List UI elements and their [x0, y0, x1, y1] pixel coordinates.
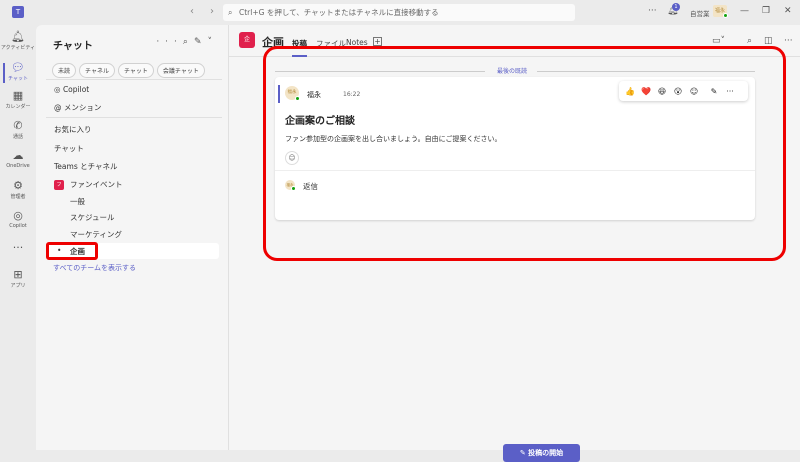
teams-logo: T: [12, 6, 24, 18]
filter-chips: 未読 チャネル チャット 会議チャット: [52, 63, 205, 78]
admin-icon: ⚙: [13, 179, 23, 192]
team-fan-event[interactable]: フファンイベント: [54, 179, 123, 190]
sidebar-title: チャット: [53, 41, 93, 52]
channel-schedule[interactable]: スケジュール: [70, 212, 114, 223]
back-icon[interactable]: ‹: [190, 6, 194, 17]
rail-admin[interactable]: ⚙ 管理者: [0, 179, 36, 200]
filter-chats[interactable]: チャット: [117, 63, 154, 78]
bell-icon: 🔔︎: [11, 30, 25, 43]
channel-icon: 企: [239, 32, 255, 48]
video-call-icon[interactable]: ▭˅: [712, 36, 725, 46]
search-icon: ⌕: [228, 8, 233, 17]
restore-button[interactable]: ❐: [762, 6, 770, 16]
search-icon[interactable]: ⌕: [747, 36, 752, 46]
section-favorites[interactable]: お気に入り: [54, 124, 92, 135]
filter-channels[interactable]: チャネル: [79, 63, 115, 78]
search-placeholder: Ctrl+G を押して、チャットまたはチャネルに直接移動する: [239, 8, 439, 17]
like-reaction-icon[interactable]: 👍: [623, 87, 637, 96]
new-post-button[interactable]: ✎ 投稿の開始: [503, 444, 580, 462]
at-icon: @: [54, 103, 64, 112]
profile-avatar[interactable]: 福永: [713, 5, 728, 18]
org-name: 自営業: [690, 10, 710, 18]
section-teams[interactable]: Teams とチャネル: [54, 161, 118, 172]
more-options-icon[interactable]: ···: [723, 87, 737, 96]
highlight-box: [46, 242, 98, 260]
label: Copilot: [62, 85, 90, 94]
app-rail: 🔔︎ アクティビティ 💬︎ チャット ▦ カレンダー ✆ 通話 ☁ OneDrive ⚙ 管…: [0, 25, 36, 450]
calendar-icon: ▦: [12, 89, 24, 102]
compose-icon[interactable]: ✎˅: [194, 37, 218, 47]
add-app-icon: ⊞: [13, 268, 23, 281]
chat-icon: 💬︎: [11, 61, 25, 74]
copilot-icon: ◎: [54, 85, 63, 94]
rail-label: チャット: [8, 76, 28, 82]
section-chats[interactable]: チャット: [54, 143, 84, 154]
rail-calls[interactable]: ✆ 通話: [0, 119, 36, 140]
more-reactions-icon[interactable]: ☺: [687, 87, 701, 96]
filter-meeting-chats[interactable]: 会議チャット: [156, 63, 205, 78]
rail-label: Copilot: [9, 223, 27, 229]
show-all-teams-link[interactable]: すべてのチームを表示する: [53, 263, 136, 273]
compose-icon: ✎: [519, 449, 529, 457]
rail-chat[interactable]: 💬︎ チャット: [0, 61, 36, 83]
more-icon[interactable]: ···: [784, 36, 793, 46]
copilot-icon: ◎: [13, 209, 23, 222]
highlight-box: [263, 46, 786, 261]
edit-icon[interactable]: ✎: [707, 87, 721, 96]
rail-copilot[interactable]: ◎ Copilot: [0, 209, 36, 229]
chat-sidebar: チャット ···⌕✎˅ 未読 チャネル チャット 会議チャット ◎ Copilo…: [36, 25, 228, 450]
rail-label: 管理者: [10, 194, 26, 200]
rail-calendar[interactable]: ▦ カレンダー: [0, 89, 36, 110]
sidebar-actions: ···⌕✎˅: [156, 37, 218, 47]
side-panel-icon[interactable]: ◫: [764, 36, 773, 46]
divider: [46, 79, 222, 80]
search-input[interactable]: ⌕ Ctrl+G を押して、チャットまたはチャネルに直接移動する: [223, 4, 575, 21]
phone-icon: ✆: [13, 119, 23, 132]
more-icon[interactable]: ···: [156, 37, 183, 47]
label: メンション: [63, 103, 102, 112]
filter-unread[interactable]: 未読: [52, 63, 77, 78]
close-button[interactable]: ✕: [784, 6, 792, 16]
title-bar: T ‹ › ⌕ Ctrl+G を押して、チャットまたはチャネルに直接移動する ··…: [0, 0, 800, 25]
surprised-reaction-icon[interactable]: 😮: [671, 87, 685, 96]
more-icon: ···: [12, 241, 24, 254]
add-tab-button[interactable]: +: [373, 37, 382, 46]
sidebar-item-copilot[interactable]: ◎ Copilot: [54, 85, 89, 94]
divider: [46, 117, 222, 118]
team-icon: フ: [54, 180, 64, 190]
new-post-label: 投稿の開始: [528, 449, 564, 457]
search-icon[interactable]: ⌕: [183, 37, 194, 47]
presence-dot: [723, 13, 728, 18]
rail-apps[interactable]: ⊞ アプリ: [0, 268, 36, 289]
minimize-button[interactable]: —: [740, 6, 749, 16]
heart-reaction-icon[interactable]: ❤️: [639, 87, 653, 96]
rail-more[interactable]: ···: [0, 241, 36, 254]
rail-label: アクティビティ: [0, 45, 36, 51]
rail-label: 通話: [12, 134, 23, 140]
laugh-reaction-icon[interactable]: 😆: [655, 87, 669, 96]
team-name: ファンイベント: [70, 180, 123, 189]
notification-badge: 1: [672, 3, 680, 11]
rail-label: OneDrive: [6, 163, 30, 169]
rail-label: アプリ: [10, 283, 26, 289]
rail-activity[interactable]: 🔔︎ アクティビティ: [0, 30, 36, 51]
cloud-icon: ☁: [12, 149, 24, 162]
rail-onedrive[interactable]: ☁ OneDrive: [0, 149, 36, 169]
channel-general[interactable]: 一般: [70, 196, 85, 207]
more-button[interactable]: ···: [648, 6, 657, 16]
forward-icon[interactable]: ›: [210, 6, 214, 17]
reaction-bar: 👍 ❤️ 😆 😮 ☺ ✎ ···: [619, 81, 748, 101]
rail-label: カレンダー: [5, 104, 31, 110]
channel-marketing[interactable]: マーケティング: [70, 229, 122, 240]
sidebar-item-mentions[interactable]: @ メンション: [54, 102, 101, 113]
